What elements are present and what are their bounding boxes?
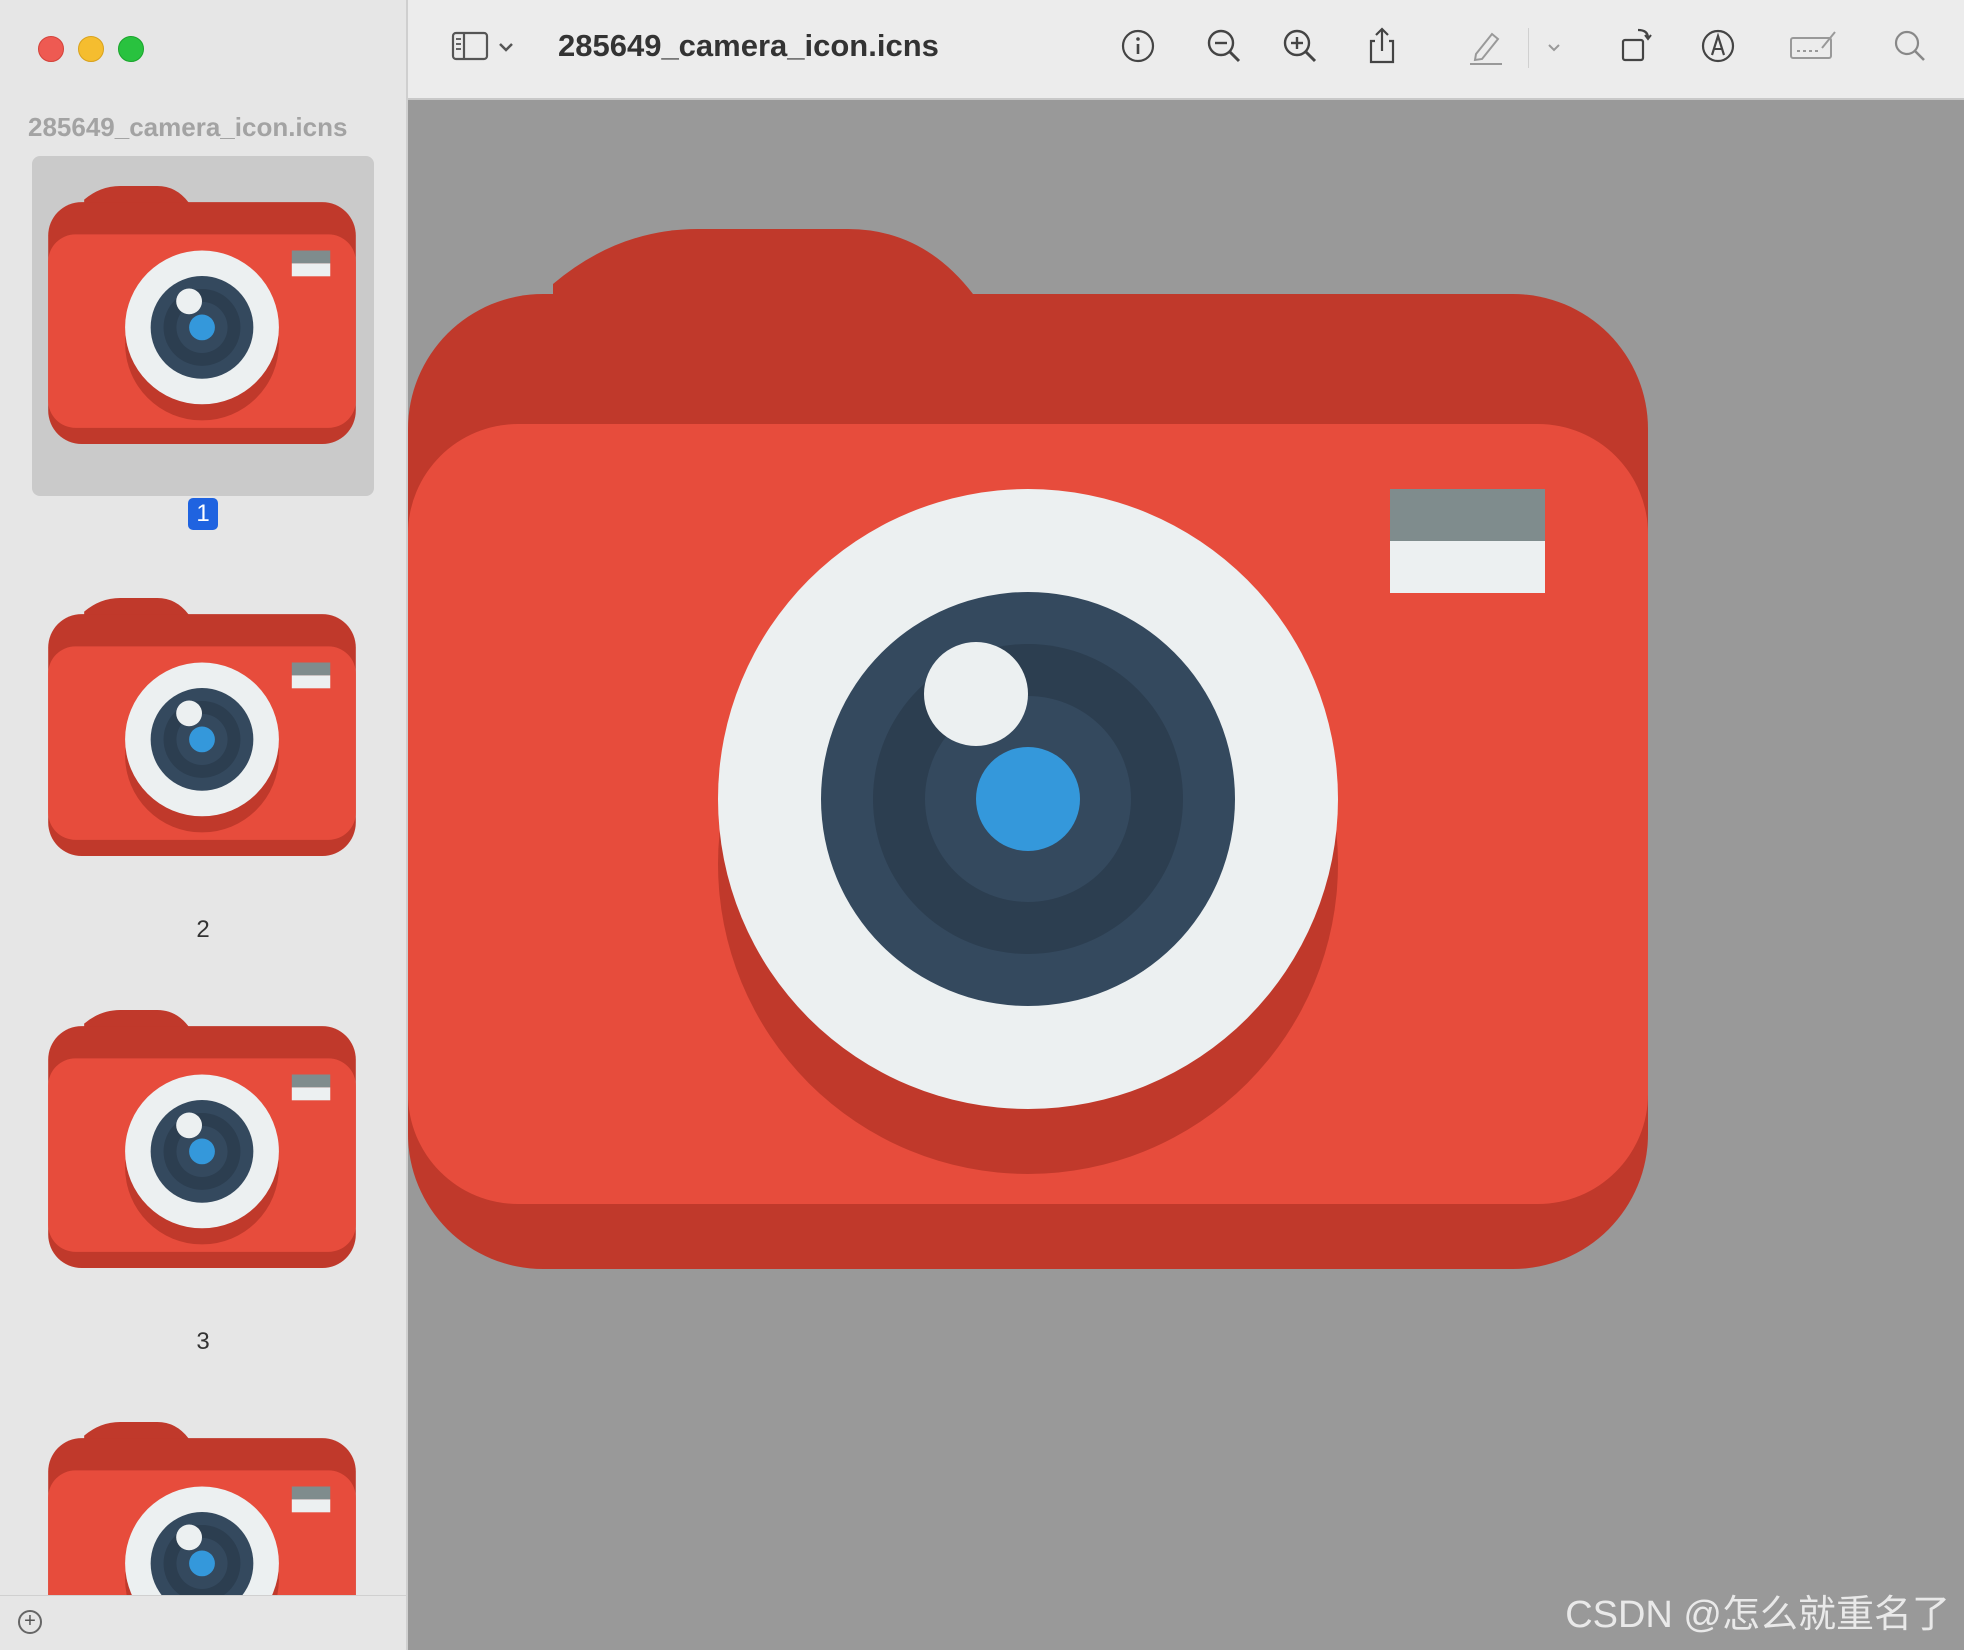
sidebar-toggle-icon[interactable] bbox=[448, 24, 492, 68]
markup-icon[interactable] bbox=[1696, 24, 1740, 68]
watermark-text: CSDN @怎么就重名了 bbox=[1565, 1594, 1950, 1636]
sidebar: 285649_camera_icon.icns 1 2 3 + bbox=[0, 0, 408, 1650]
rotate-icon[interactable] bbox=[1614, 24, 1658, 68]
toolbar-divider bbox=[1528, 28, 1529, 68]
chevron-down-icon[interactable] bbox=[492, 24, 520, 68]
camera-thumbnail-icon bbox=[48, 1422, 356, 1596]
zoom-window-button[interactable] bbox=[118, 36, 144, 62]
document-viewer[interactable]: CSDN @怎么就重名了 bbox=[408, 100, 1964, 1650]
preview-window: 285649_camera_icon.icns 1 2 3 + 285649_c… bbox=[0, 0, 1964, 1650]
page-number-2: 2 bbox=[196, 916, 210, 943]
page-thumbnail-3[interactable] bbox=[32, 980, 374, 1320]
zoom-out-icon[interactable] bbox=[1202, 24, 1246, 68]
document-title: 285649_camera_icon.icns bbox=[558, 28, 939, 63]
sidebar-document-title: 285649_camera_icon.icns bbox=[28, 112, 348, 142]
signature-icon[interactable] bbox=[1788, 24, 1838, 68]
minimize-window-button[interactable] bbox=[78, 36, 104, 62]
camera-thumbnail-icon bbox=[48, 598, 356, 856]
page-number-3: 3 bbox=[196, 1328, 210, 1355]
toolbar: 285649_camera_icon.icns bbox=[408, 0, 1964, 100]
camera-thumbnail-icon bbox=[48, 1010, 356, 1268]
plus-circle-icon[interactable]: + bbox=[18, 1610, 42, 1634]
page-thumbnail-4[interactable] bbox=[32, 1392, 374, 1596]
highlight-pen-icon[interactable] bbox=[1464, 24, 1508, 68]
zoom-in-icon[interactable] bbox=[1278, 24, 1322, 68]
page-thumbnail-1[interactable] bbox=[32, 156, 374, 496]
info-icon[interactable] bbox=[1116, 24, 1160, 68]
chevron-down-icon[interactable] bbox=[1540, 24, 1568, 68]
close-window-button[interactable] bbox=[38, 36, 64, 62]
search-icon[interactable] bbox=[1888, 24, 1932, 68]
camera-thumbnail-icon bbox=[48, 186, 356, 444]
sidebar-footer: + bbox=[0, 1595, 406, 1650]
page-number-1: 1 bbox=[0, 498, 406, 530]
page-thumbnail-2[interactable] bbox=[32, 568, 374, 908]
camera-image bbox=[408, 229, 1648, 1269]
thumbnail-list[interactable]: 1 2 3 bbox=[0, 156, 406, 1596]
share-icon[interactable] bbox=[1360, 24, 1404, 68]
